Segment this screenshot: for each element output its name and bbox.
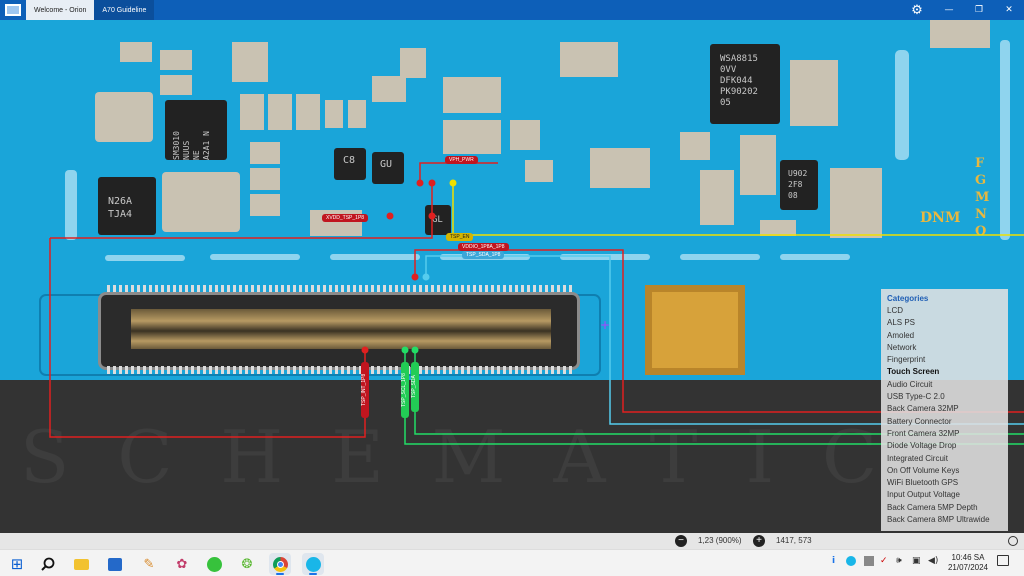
zoom-out-button[interactable]: − (675, 535, 687, 547)
category-item[interactable]: Back Camera 8MP Ultrawide (887, 514, 1002, 526)
restore-button[interactable]: ❐ (964, 0, 994, 20)
probe-label-vddio[interactable]: VDDIO_1P8A_1P8 (458, 243, 509, 251)
tab-welcome[interactable]: Welcome - Orion (26, 0, 95, 20)
minimize-button[interactable]: — (934, 0, 964, 20)
probe-label-tsp-sda[interactable]: TSP_SDA_1P8 (462, 251, 505, 259)
categories-title: Categories (887, 294, 929, 303)
globe-icon[interactable] (1008, 536, 1018, 546)
chip-label-u902: U902 2F8 08 (788, 169, 808, 200)
notification-icon[interactable] (997, 555, 1009, 566)
system-clock[interactable]: 10:46 SA 21/07/2024 (948, 553, 988, 573)
watermark: SCHEMATIC (20, 415, 926, 499)
probe-label-vph-pwr[interactable]: VPH_PWR (445, 156, 478, 164)
probe-label-tsp-int[interactable]: TSP_INT_1P8 (361, 362, 369, 418)
file-explorer-icon[interactable] (70, 553, 92, 575)
tray-app-icon[interactable]: ✓ (880, 556, 888, 566)
clock-date: 21/07/2024 (947, 563, 988, 572)
category-item[interactable]: Diode Voltage Drop (887, 440, 1002, 452)
tray-app-icon[interactable] (864, 556, 874, 566)
network-app-icon[interactable]: ✿ (171, 553, 193, 575)
settings-gear-icon[interactable]: ⚙ (906, 0, 928, 20)
clock-time: 10:46 SA (951, 553, 985, 562)
close-button[interactable]: ✕ (994, 0, 1024, 20)
category-item[interactable]: Network (887, 342, 1002, 354)
owl-app-icon[interactable] (203, 553, 225, 575)
network-icon[interactable]: ▣ (912, 556, 921, 566)
schematic-viewport[interactable]: SCHEMATIC SM3010 NUUS NE A2A1 N WSA8815 … (0, 20, 1024, 533)
orion-app-icon[interactable] (302, 553, 324, 575)
probe-label-xvdd-tsp[interactable]: XVDD_TSP_1P8 (322, 214, 369, 222)
category-item[interactable]: Integrated Circuit (887, 453, 1002, 465)
probe-label-tsp-scl[interactable]: TSP_SCL_1P8 (401, 362, 409, 418)
connector-pins-bottom (107, 366, 575, 374)
silkscreen-fgmno: FGMNO (975, 156, 990, 239)
app-logo-icon (0, 0, 26, 20)
category-item[interactable]: Fingerprint (887, 354, 1002, 366)
volume-icon[interactable]: ◀) (928, 556, 938, 566)
tab-a70-guideline[interactable]: A70 Guideline (94, 0, 155, 20)
categories-panel: Categories LCD ALS PS Amoled Network Fin… (881, 289, 1008, 531)
category-item[interactable]: Audio Circuit (887, 379, 1002, 391)
status-bar: − 1,23 (900%) + 1417, 573 (0, 533, 1024, 549)
category-item[interactable]: ALS PS (887, 317, 1002, 329)
silkscreen-dnm: DNM (920, 210, 961, 226)
category-item[interactable]: Input Output Voltage (887, 489, 1002, 501)
chip-label-gu: GU (380, 159, 393, 170)
cursor-coordinates: 1417, 573 (776, 536, 812, 545)
taskbar: ⊞ ✎ ✿ ❂ i ✓ 🕪 ▣ ◀) 10:46 SA 21/07/2024 (0, 549, 1024, 576)
title-bar: Welcome - Orion A70 Guideline ⚙ — ❐ ✕ (0, 0, 1024, 20)
green-app-icon[interactable]: ❂ (236, 553, 258, 575)
category-item[interactable]: Battery Connector (887, 416, 1002, 428)
category-item[interactable]: Back Camera 5MP Depth (887, 502, 1002, 514)
chip-label-wsa8815: WSA8815 0VV DFK044 PK90202 05 (720, 54, 758, 108)
probe-label-tsp-sda-vertical[interactable]: TSP_SDA (411, 362, 419, 412)
info-icon[interactable]: i (832, 556, 835, 566)
category-item[interactable]: USB Type-C 2.0 (887, 391, 1002, 403)
chrome-icon[interactable] (269, 553, 291, 575)
search-icon[interactable] (37, 553, 59, 575)
zoom-in-button[interactable]: + (753, 535, 765, 547)
chip-label-gl: GL (432, 215, 443, 225)
category-item[interactable]: WiFi Bluetooth GPS (887, 477, 1002, 489)
category-item[interactable]: LCD (887, 305, 1002, 317)
speaker-icon[interactable]: 🕪 (896, 556, 902, 566)
category-item-active[interactable]: Touch Screen (887, 366, 1002, 378)
zoom-level: 1,23 (900%) (698, 536, 742, 545)
chip-label-sm3010: SM3010 NUUS NE A2A1 N (172, 131, 211, 160)
board-to-board-connector[interactable] (98, 292, 580, 370)
category-item[interactable]: On Off Volume Keys (887, 465, 1002, 477)
chip-label-c8: C8 (343, 155, 356, 166)
probe-label-tsp-en[interactable]: TSP_EN (446, 233, 474, 241)
category-item[interactable]: Front Camera 32MP (887, 428, 1002, 440)
chip-label-n26a: N26A TJA4 (108, 196, 133, 220)
category-item[interactable]: Back Camera 32MP (887, 403, 1002, 415)
windows-start-icon[interactable]: ⊞ (6, 553, 28, 575)
paint-icon[interactable]: ✎ (138, 553, 160, 575)
store-icon[interactable] (104, 553, 126, 575)
category-item[interactable]: Amoled (887, 330, 1002, 342)
tray-app-icon[interactable] (846, 556, 856, 566)
